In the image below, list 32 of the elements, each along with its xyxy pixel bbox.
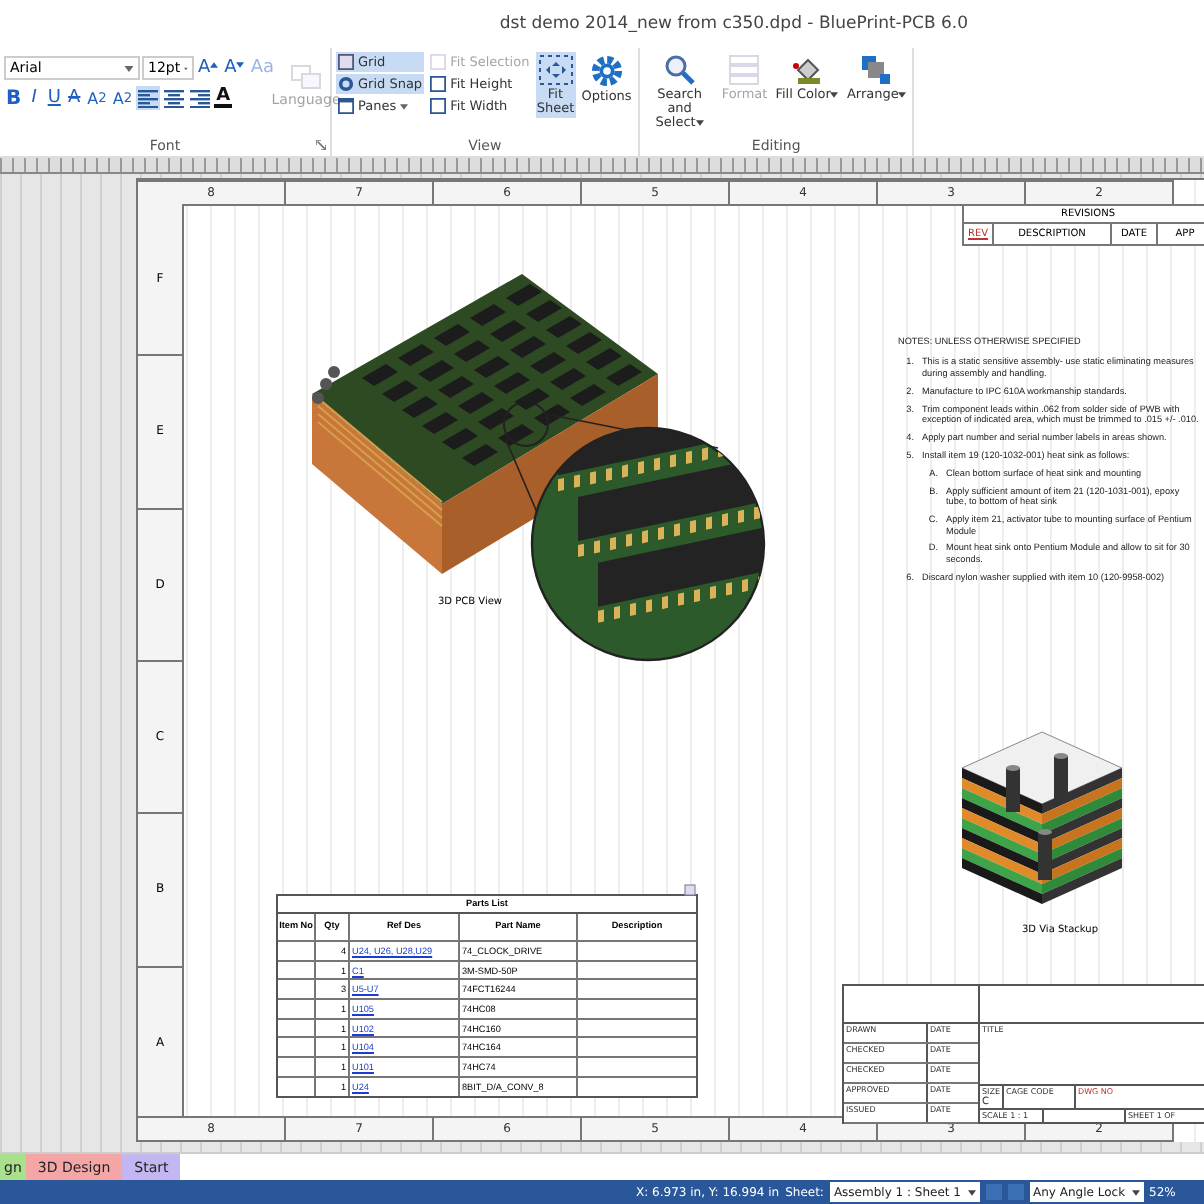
caret-icon <box>898 92 907 98</box>
ring-icon <box>338 76 354 92</box>
speech-bubbles-icon <box>290 64 323 92</box>
grid-icon <box>338 54 354 70</box>
strike-button[interactable]: A <box>65 86 84 110</box>
down-triangle-icon <box>236 61 245 67</box>
up-triangle-icon <box>210 61 219 67</box>
list-icon <box>728 54 761 86</box>
shrink-font-button[interactable]: A <box>222 56 247 80</box>
caret-icon <box>830 92 839 98</box>
caret-icon <box>124 65 134 71</box>
overlapping-squares-icon <box>860 54 893 86</box>
font-color-button[interactable]: A <box>214 88 233 108</box>
italic-button[interactable]: I <box>25 86 44 110</box>
align-center-button[interactable] <box>162 86 187 110</box>
caret-icon <box>1131 1189 1140 1195</box>
caret-icon <box>400 103 409 109</box>
bold-button[interactable]: B <box>4 86 24 110</box>
caret-icon <box>967 1189 976 1195</box>
underline-button[interactable]: U <box>45 86 64 110</box>
align-left-button[interactable] <box>136 86 161 110</box>
settings-icon <box>589 54 624 88</box>
caret-icon <box>695 119 704 126</box>
window-title: dst demo 2014_new from c350.dpd - BluePrint-PCB 6.0 <box>499 14 968 34</box>
grow-font-button[interactable]: A <box>196 56 221 80</box>
dialog-launcher-icon[interactable] <box>316 140 326 150</box>
window-icon <box>338 98 354 114</box>
table-handle-icon[interactable] <box>684 884 696 896</box>
fit-arrows-icon <box>537 54 574 86</box>
paint-bucket-icon <box>791 54 824 86</box>
search-icon <box>663 54 696 86</box>
align-right-button[interactable] <box>188 86 213 110</box>
